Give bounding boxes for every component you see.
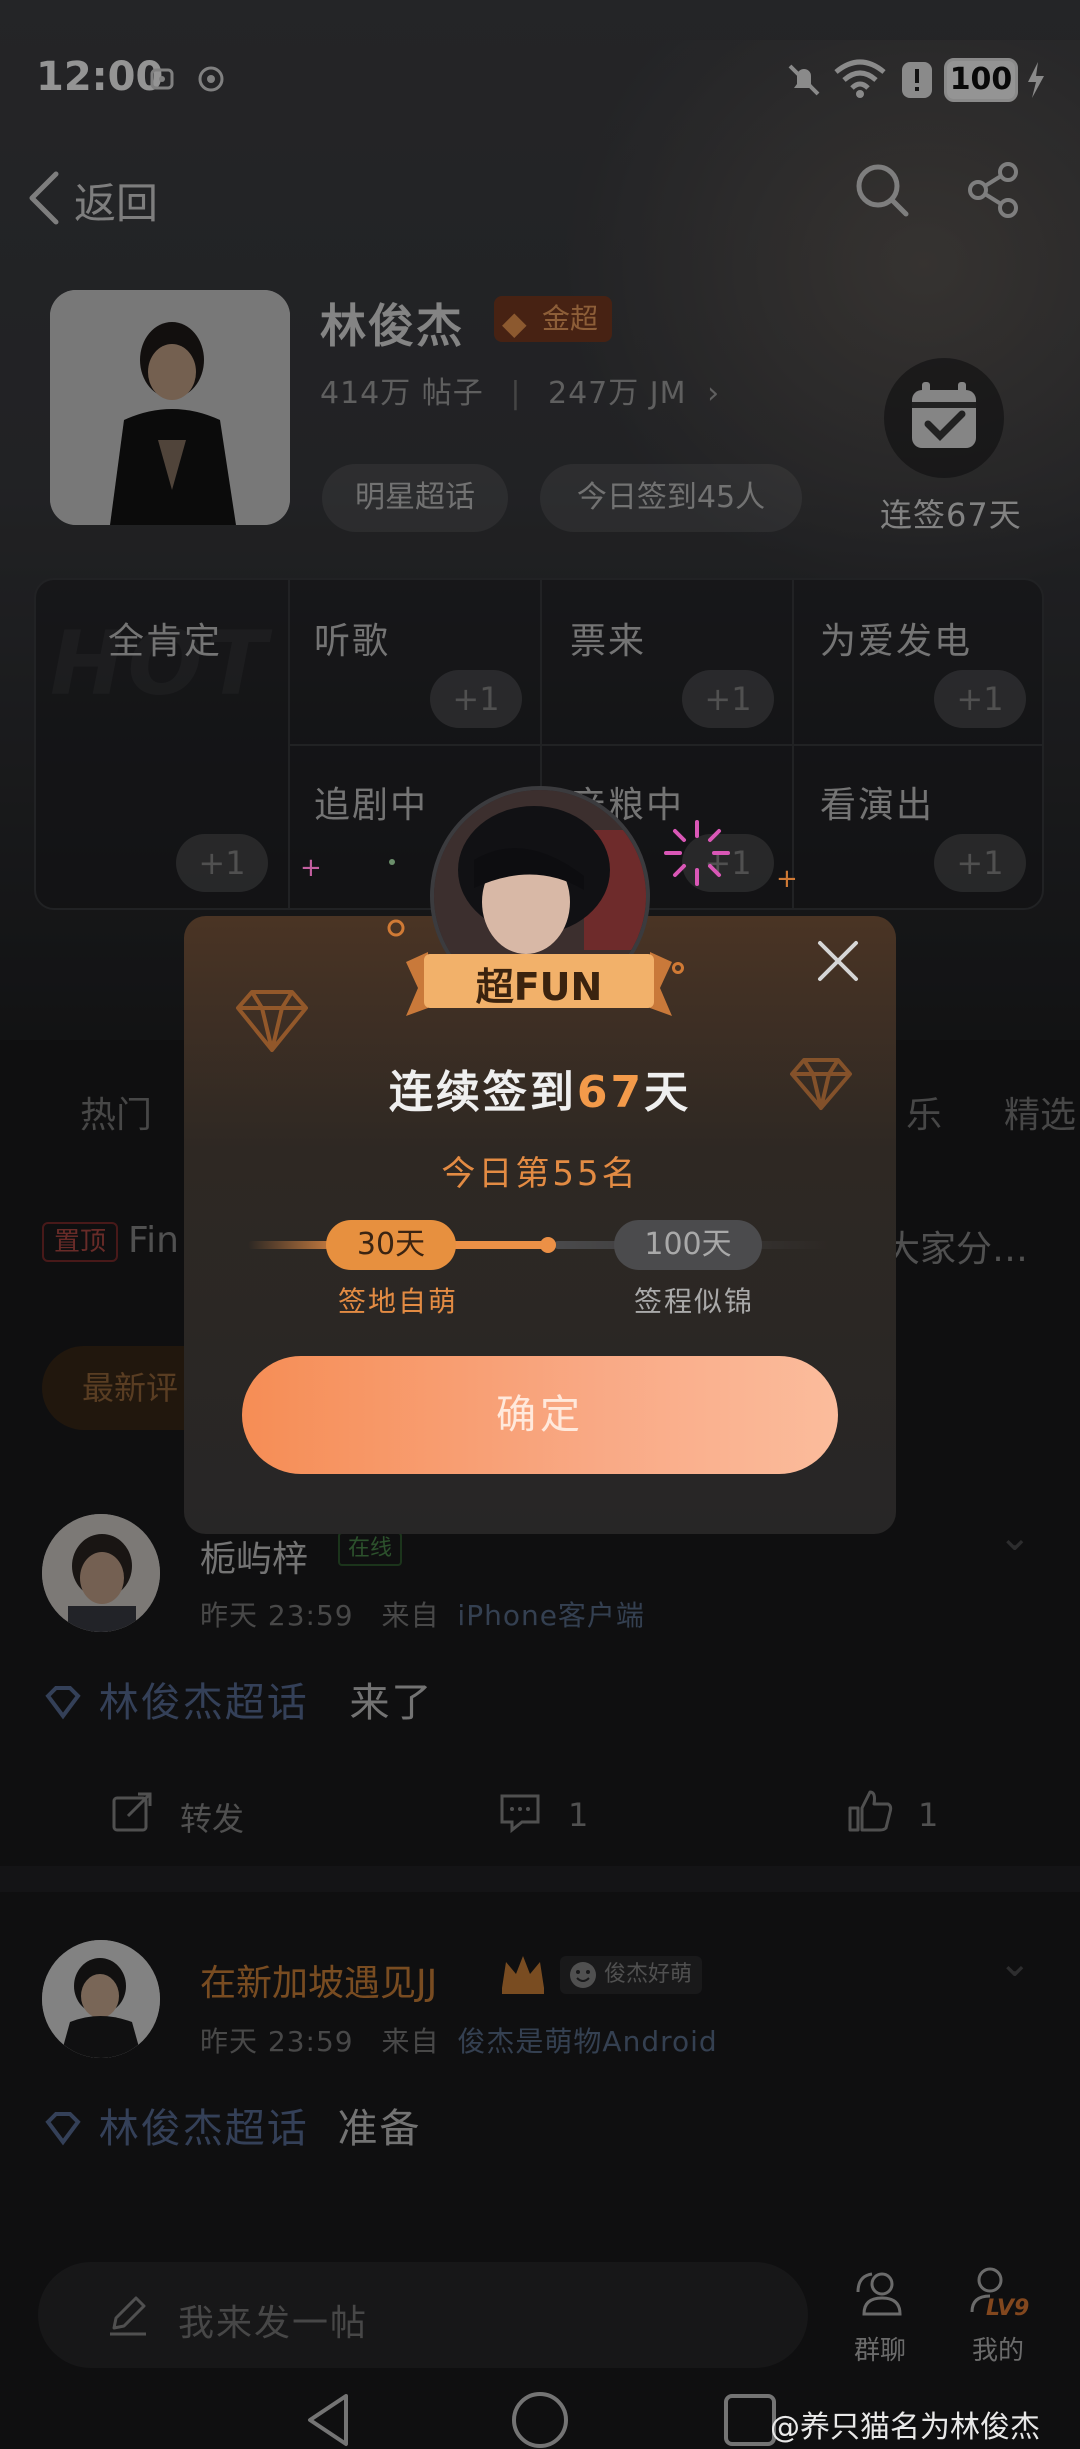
confirm-button[interactable]: 确定 xyxy=(242,1356,838,1474)
milestone-30-pill: 30天 xyxy=(326,1220,456,1270)
modal-title-suffix: 天 xyxy=(644,1067,692,1118)
sparkle-plus-icon: + xyxy=(776,864,798,894)
milestone-30-label: 签地自萌 xyxy=(338,1285,459,1318)
modal-rank: 今日第55名 xyxy=(441,1154,639,1194)
modal-title-prefix: 连续签到 xyxy=(388,1067,577,1118)
svg-text:+: + xyxy=(300,856,322,883)
modal-title-days: 67 xyxy=(576,1067,645,1118)
weibo-watermark: @养只猫名为林俊杰 xyxy=(770,2410,1040,2445)
ribbon-label: 超FUN xyxy=(475,965,603,1009)
close-icon[interactable] xyxy=(810,933,866,989)
progress-knob xyxy=(539,1237,556,1253)
milestone-100-label: 签程似锦 xyxy=(634,1285,755,1318)
diamond-decoration-icon xyxy=(236,990,308,1052)
sparkle-ring-icon xyxy=(672,962,684,974)
milestone-100-pill: 100天 xyxy=(614,1220,762,1270)
sparkle-burst-icon xyxy=(664,820,730,886)
modal-title: 连续签到67天 xyxy=(184,1056,896,1120)
